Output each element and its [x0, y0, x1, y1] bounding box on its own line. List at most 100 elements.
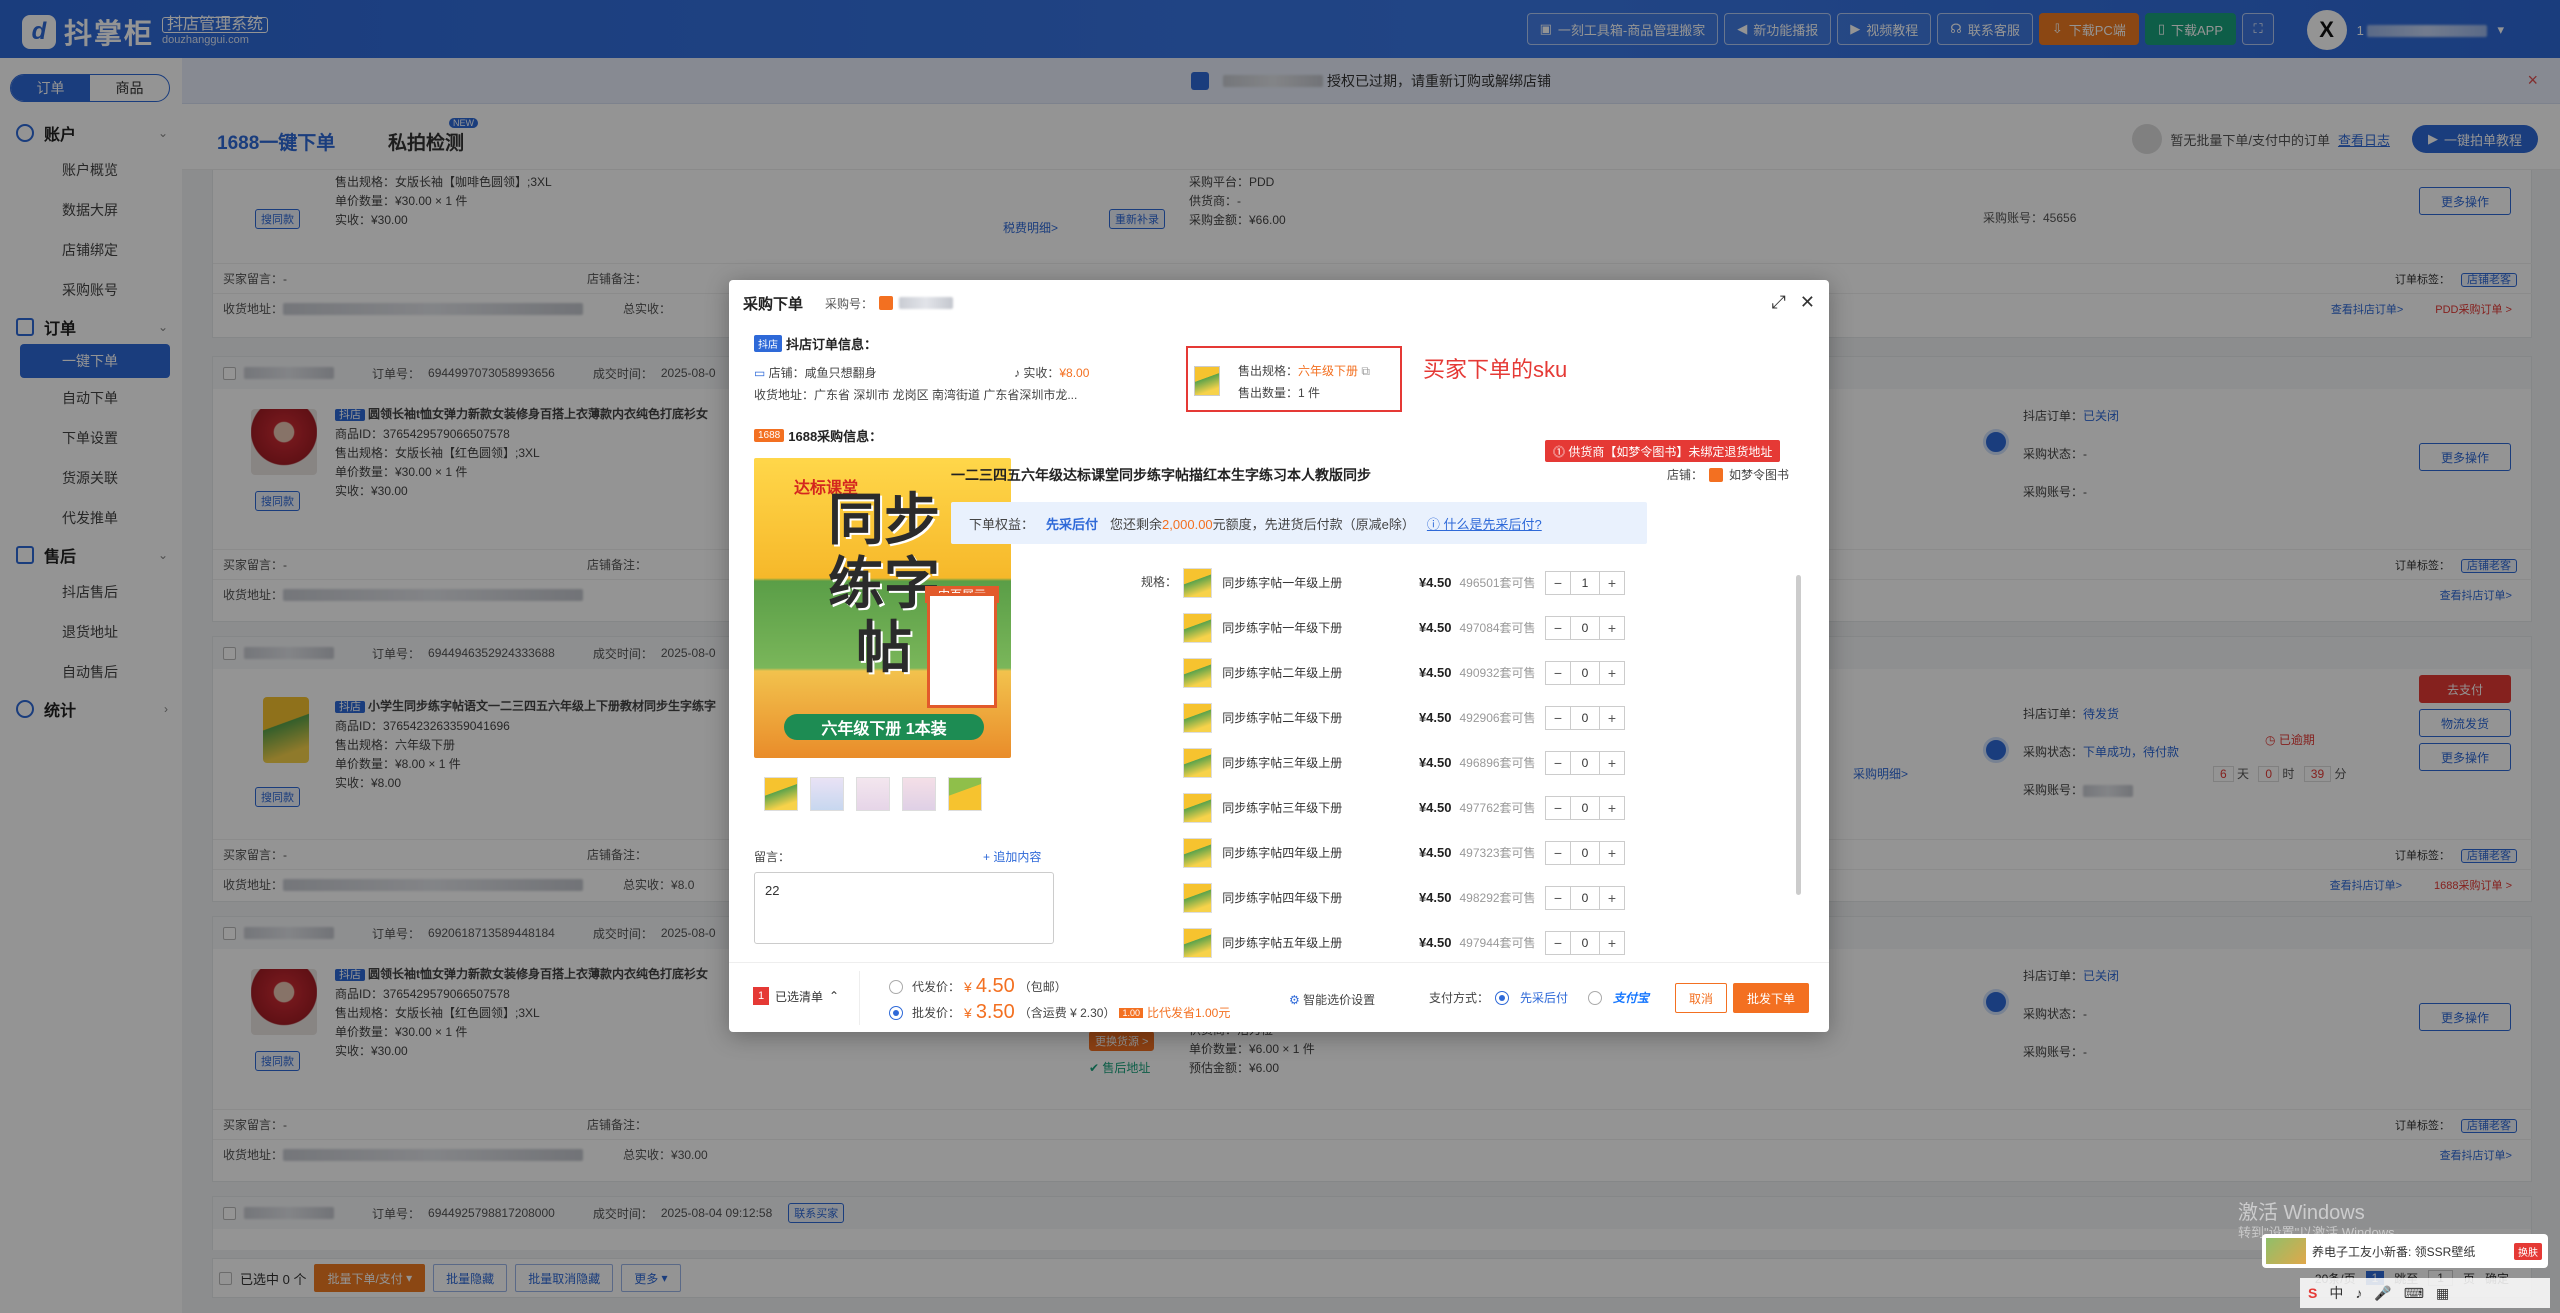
thumbnail-strip	[764, 777, 982, 811]
modal-footer: 1 已选清单 ⌃ 代发价： ¥4.50 （包邮） 批发价： ¥3.50 （含运费 ¥ 2.3…	[729, 962, 1829, 1032]
sku-name: 同步练字帖三年级上册	[1222, 756, 1343, 770]
minus-button[interactable]: −	[1546, 617, 1570, 639]
quantity-stepper: −0 +	[1545, 795, 1625, 820]
sku-thumbnail	[1183, 702, 1213, 733]
submit-order-button[interactable]: 批发下单	[1733, 983, 1809, 1013]
payment-method: 支付方式： 先采后付 支付宝	[1429, 990, 1650, 1005]
add-content-button[interactable]: + 追加内容	[983, 848, 1041, 865]
plus-button[interactable]: +	[1600, 752, 1624, 774]
quantity-input[interactable]: 0	[1570, 616, 1600, 639]
sku-name: 同步练字帖五年级上册	[1222, 936, 1343, 950]
quantity-input[interactable]: 0	[1570, 706, 1600, 729]
ime-bar: S 中 ♪ 🎤 ⌨ ▦	[2300, 1278, 2550, 1308]
sku-stock: 492906套可售	[1459, 711, 1536, 725]
wholesale-radio[interactable]	[889, 1005, 903, 1020]
plus-button[interactable]: +	[1600, 707, 1624, 729]
quantity-input[interactable]: 0	[1570, 661, 1600, 684]
what-is-benefit-link[interactable]: ⓘ 什么是先采后付?	[1427, 514, 1542, 533]
plus-button[interactable]: +	[1600, 797, 1624, 819]
dropship-radio[interactable]	[889, 979, 903, 994]
note-textarea[interactable]: 22	[754, 872, 1054, 944]
plus-button[interactable]: +	[1600, 662, 1624, 684]
minus-button[interactable]: −	[1546, 887, 1570, 909]
selected-list[interactable]: 1 已选清单 ⌃	[753, 987, 839, 1005]
purchase-order-modal: 采购下单 采购号： ⤢ ✕ 抖店 抖店订单信息： ▭ 店铺：咸鱼只想翻身 ♪ 实收…	[729, 280, 1829, 1032]
plus-button[interactable]: +	[1600, 617, 1624, 639]
sku-row: 同步练字帖二年级上册 ¥4.50 490932套可售 −0 +	[1183, 650, 1625, 695]
sku-name: 同步练字帖四年级下册	[1222, 891, 1343, 905]
quantity-stepper: −1 +	[1545, 570, 1625, 595]
minus-button[interactable]: −	[1546, 932, 1570, 954]
pay-later-radio[interactable]	[1495, 990, 1510, 1005]
sku-row: 同步练字帖一年级上册 ¥4.50 496501套可售 −1 +	[1183, 560, 1625, 605]
minus-button[interactable]: −	[1546, 707, 1570, 729]
sku-name: 同步练字帖四年级上册	[1222, 846, 1343, 860]
notification-toast[interactable]: 养电子工友小新番: 领SSR壁纸 换肤	[2262, 1234, 2548, 1268]
plus-button[interactable]: +	[1600, 887, 1624, 909]
plus-button[interactable]: +	[1600, 572, 1624, 594]
sku-thumbnail	[1183, 837, 1213, 868]
thumbnail[interactable]	[902, 777, 936, 811]
warning-icon: ⓵	[1553, 444, 1569, 459]
sku-price: ¥4.50	[1418, 575, 1452, 590]
sku-row: 同步练字帖三年级上册 ¥4.50 496896套可售 −0 +	[1183, 740, 1625, 785]
scrollbar[interactable]	[1796, 575, 1801, 895]
minus-button[interactable]: −	[1546, 797, 1570, 819]
thumbnail[interactable]	[948, 777, 982, 811]
gear-icon: ⚙	[1289, 993, 1304, 1007]
sku-price: ¥4.50	[1418, 800, 1452, 815]
sku-row: 同步练字帖一年级下册 ¥4.50 497084套可售 −0 +	[1183, 605, 1625, 650]
supplier-shop-name[interactable]: 如梦令图书	[1729, 466, 1789, 483]
quantity-input[interactable]: 0	[1570, 751, 1600, 774]
keyboard-icon[interactable]: ⌨	[2404, 1285, 2424, 1302]
minus-button[interactable]: −	[1546, 842, 1570, 864]
mic-icon[interactable]: 🎤	[2374, 1285, 2391, 1302]
copy-icon[interactable]: ⧉	[1361, 364, 1370, 378]
sku-stock: 497323套可售	[1459, 846, 1536, 860]
alipay-radio[interactable]	[1588, 990, 1603, 1005]
sku-name: 同步练字帖二年级上册	[1222, 666, 1343, 680]
quantity-stepper: −0 +	[1545, 930, 1625, 955]
minus-button[interactable]: −	[1546, 752, 1570, 774]
product-title[interactable]: 一二三四五六年级达标课堂同步练字帖描红本生字练习本人教版同步	[951, 465, 1371, 485]
sku-row: 同步练字帖五年级上册 ¥4.50 497944套可售 −0 +	[1183, 920, 1625, 965]
minus-button[interactable]: −	[1546, 572, 1570, 594]
sku-name: 同步练字帖一年级上册	[1222, 576, 1343, 590]
windows-watermark: 激活 Windows	[2238, 1202, 2365, 1224]
sku-thumbnail	[1183, 927, 1213, 958]
quantity-input[interactable]: 0	[1570, 886, 1600, 909]
quantity-input[interactable]: 0	[1570, 931, 1600, 954]
sku-name: 同步练字帖二年级下册	[1222, 711, 1343, 725]
shipping-address: 收货地址：广东省 深圳市 龙岗区 南湾街道 广东省深圳市龙...	[754, 388, 1078, 402]
shop-name: ▭ 店铺：咸鱼只想翻身	[754, 366, 877, 380]
cancel-button[interactable]: 取消	[1675, 983, 1727, 1013]
sku-stock: 496896套可售	[1459, 756, 1536, 770]
sku-row: 同步练字帖四年级上册 ¥4.50 497323套可售 −0 +	[1183, 830, 1625, 875]
quantity-input[interactable]: 0	[1570, 841, 1600, 864]
sku-thumbnail	[1183, 792, 1213, 823]
sku-price: ¥4.50	[1418, 845, 1452, 860]
plus-button[interactable]: +	[1600, 932, 1624, 954]
sku-price: ¥4.50	[1418, 710, 1452, 725]
quantity-input[interactable]: 0	[1570, 796, 1600, 819]
expand-icon[interactable]: ⤢	[1772, 292, 1786, 313]
grid-icon[interactable]: ▦	[2436, 1285, 2449, 1302]
smart-price-settings[interactable]: ⚙ 智能选价设置	[1289, 991, 1375, 1008]
modal-title: 采购下单	[743, 295, 804, 313]
annotation-text: 买家下单的sku	[1423, 357, 1568, 382]
shop-icon: ▭	[754, 366, 769, 380]
quantity-input[interactable]: 1	[1570, 571, 1600, 594]
dropship-price-option[interactable]: 代发价： ¥4.50 （包邮）	[889, 975, 1067, 998]
buyer-sku-highlight: 售出规格：六年级下册 ⧉ 售出数量：1 件	[1186, 346, 1402, 412]
sku-list: 同步练字帖一年级上册 ¥4.50 496501套可售 −1 + 同步练字帖一年级下册 ¥4.…	[1183, 560, 1625, 965]
close-icon[interactable]: ✕	[1800, 292, 1815, 313]
wholesale-price-option[interactable]: 批发价： ¥3.50 （含运费 ¥ 2.30） 1.00 比代发省1.00元	[889, 1001, 1230, 1024]
warning-banner: ⓵ 供货商【如梦令图书】未绑定退货地址	[1545, 440, 1781, 462]
minus-button[interactable]: −	[1546, 662, 1570, 684]
thumbnail[interactable]	[856, 777, 890, 811]
thumbnail[interactable]	[764, 777, 798, 811]
plus-button[interactable]: +	[1600, 842, 1624, 864]
sku-thumbnail	[1183, 747, 1213, 778]
thumbnail[interactable]	[810, 777, 844, 811]
sogou-icon[interactable]: S	[2308, 1285, 2317, 1301]
